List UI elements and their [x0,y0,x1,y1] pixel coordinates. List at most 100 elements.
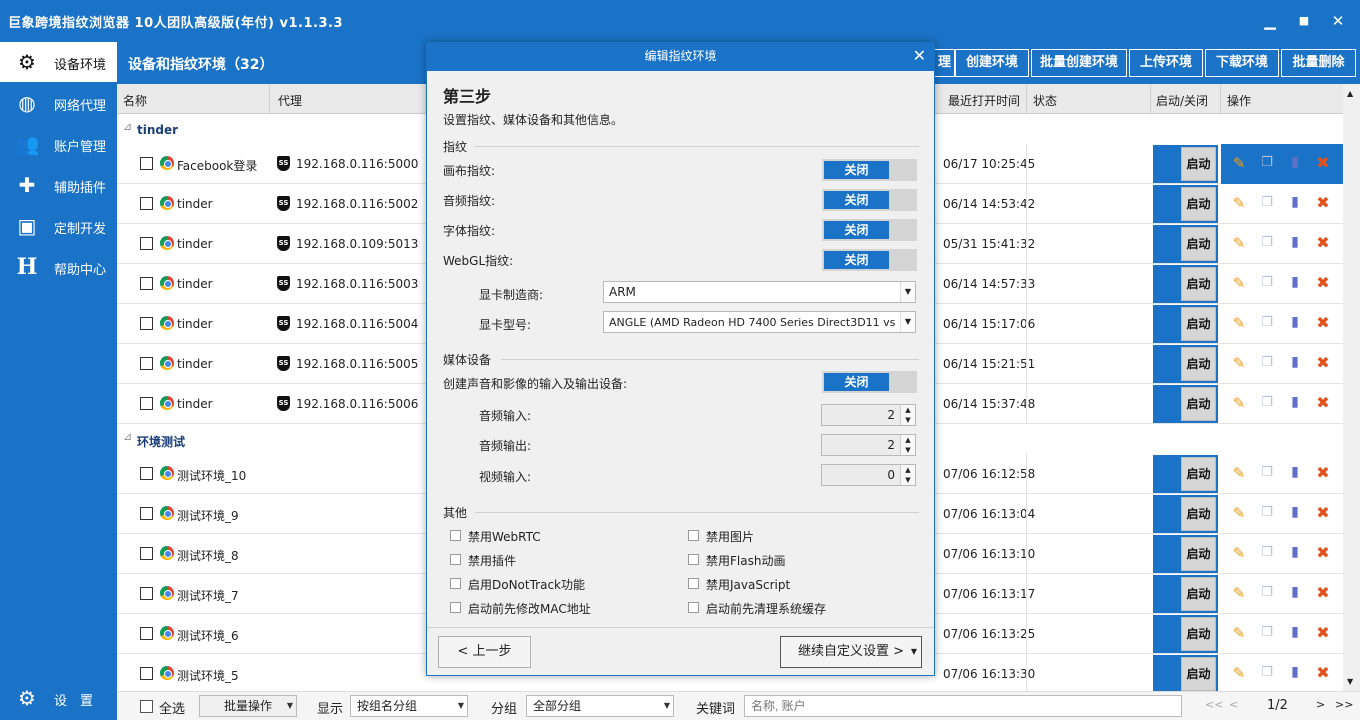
manage-button[interactable]: 理 [935,49,955,77]
row-checkbox[interactable] [140,467,153,480]
canvas-fp-toggle[interactable]: 关闭 [822,159,917,181]
col-status[interactable]: 状态 [1033,92,1057,109]
env-name[interactable]: tinder [177,277,213,291]
env-name[interactable]: tinder [177,317,213,331]
last-page-button[interactable]: >> [1335,698,1353,711]
col-last-open[interactable]: 最近打开时间 [948,92,1020,109]
copy-icon[interactable]: ❐ [1259,395,1275,413]
trash-icon[interactable]: ▮ [1287,584,1303,602]
spin-arrows-icon[interactable]: ▲ ▼ [900,435,915,455]
pencil-icon[interactable]: ✎ [1231,504,1247,522]
trash-icon[interactable]: ▮ [1287,314,1303,332]
launch-button[interactable]: 启动 [1181,657,1216,691]
close-x-icon[interactable]: ✖ [1315,353,1331,372]
close-x-icon[interactable]: ✖ [1315,393,1331,412]
close-x-icon[interactable]: ✖ [1315,463,1331,482]
display-dropdown[interactable]: 按组名分组 ▼ [350,695,468,717]
prev-step-button[interactable]: < 上一步 [438,636,531,668]
row-checkbox[interactable] [140,237,153,250]
row-checkbox[interactable] [140,627,153,640]
spin-arrows-icon[interactable]: ▲ ▼ [900,465,915,485]
env-name[interactable]: 测试环境_9 [177,507,239,524]
sidebar-item-help[interactable]: H 帮助中心 [0,247,117,287]
pencil-icon[interactable]: ✎ [1231,154,1247,172]
close-x-icon[interactable]: ✖ [1315,663,1331,682]
copy-icon[interactable]: ❐ [1259,665,1275,683]
pencil-icon[interactable]: ✎ [1231,354,1247,372]
keyword-search-input[interactable] [744,695,1182,717]
close-x-icon[interactable]: ✖ [1315,313,1331,332]
trash-icon[interactable]: ▮ [1287,194,1303,212]
row-checkbox[interactable] [140,397,153,410]
pencil-icon[interactable]: ✎ [1231,394,1247,412]
gpu-model-select[interactable]: ANGLE (AMD Radeon HD 7400 Series Direct3… [603,311,916,333]
row-checkbox[interactable] [140,197,153,210]
sidebar-item-settings[interactable]: ⚙ 设 置 [0,678,117,718]
disable-images-checkbox[interactable] [688,530,699,541]
pencil-icon[interactable]: ✎ [1231,274,1247,292]
close-x-icon[interactable]: ✖ [1315,273,1331,292]
launch-button[interactable]: 启动 [1181,537,1216,571]
env-name[interactable]: tinder [177,397,213,411]
enable-dnt-checkbox[interactable] [450,578,461,589]
col-onoff[interactable]: 启动/关闭 [1156,92,1208,109]
trash-icon[interactable]: ▮ [1287,394,1303,412]
env-name[interactable]: tinder [177,237,213,251]
sidebar-item-custom-dev[interactable]: ▣ 定制开发 [0,206,117,246]
sidebar-item-device-env[interactable]: ⚙ 设备环境 [0,42,117,82]
pencil-icon[interactable]: ✎ [1231,234,1247,252]
env-name[interactable]: tinder [177,357,213,371]
create-env-button[interactable]: 创建环境 [955,49,1029,77]
launch-button[interactable]: 启动 [1181,187,1216,221]
group-dropdown[interactable]: 全部分组 ▼ [526,695,674,717]
launch-button[interactable]: 启动 [1181,227,1216,261]
webgl-fp-toggle[interactable]: 关闭 [822,249,917,271]
copy-icon[interactable]: ❐ [1259,275,1275,293]
copy-icon[interactable]: ❐ [1259,235,1275,253]
launch-button[interactable]: 启动 [1181,307,1216,341]
maximize-button[interactable]: ■ [1291,8,1317,34]
audio-fp-toggle[interactable]: 关闭 [822,189,917,211]
launch-button[interactable]: 启动 [1181,267,1216,301]
font-fp-toggle[interactable]: 关闭 [822,219,917,241]
media-create-toggle[interactable]: 关闭 [822,371,917,393]
trash-icon[interactable]: ▮ [1287,464,1303,482]
row-checkbox[interactable] [140,507,153,520]
pencil-icon[interactable]: ✎ [1231,584,1247,602]
copy-icon[interactable]: ❐ [1259,585,1275,603]
env-name[interactable]: Facebook登录 [177,157,257,174]
clear-cache-checkbox[interactable] [688,602,699,613]
trash-icon[interactable]: ▮ [1287,544,1303,562]
trash-icon[interactable]: ▮ [1287,154,1303,172]
change-mac-checkbox[interactable] [450,602,461,613]
env-name[interactable]: 测试环境_8 [177,547,239,564]
launch-button[interactable]: 启动 [1181,147,1216,181]
trash-icon[interactable]: ▮ [1287,274,1303,292]
close-x-icon[interactable]: ✖ [1315,153,1331,172]
trash-icon[interactable]: ▮ [1287,354,1303,372]
launch-button[interactable]: 启动 [1181,617,1216,651]
sidebar-item-accounts[interactable]: 👥 账户管理 [0,124,117,164]
copy-icon[interactable]: ❐ [1259,465,1275,483]
pencil-icon[interactable]: ✎ [1231,194,1247,212]
trash-icon[interactable]: ▮ [1287,504,1303,522]
launch-button[interactable]: 启动 [1181,387,1216,421]
copy-icon[interactable]: ❐ [1259,355,1275,373]
trash-icon[interactable]: ▮ [1287,664,1303,682]
prev-page-button[interactable]: < [1229,698,1238,711]
env-name[interactable]: 测试环境_10 [177,467,246,484]
pencil-icon[interactable]: ✎ [1231,544,1247,562]
first-page-button[interactable]: << [1205,698,1223,711]
close-x-icon[interactable]: ✖ [1315,543,1331,562]
disable-js-checkbox[interactable] [688,578,699,589]
launch-button[interactable]: 启动 [1181,347,1216,381]
env-name[interactable]: tinder [177,197,213,211]
launch-button[interactable]: 启动 [1181,457,1216,491]
launch-button[interactable]: 启动 [1181,577,1216,611]
col-name[interactable]: 名称 [123,92,147,109]
copy-icon[interactable]: ❐ [1259,545,1275,563]
pencil-icon[interactable]: ✎ [1231,464,1247,482]
sidebar-item-plugins[interactable]: ✚ 辅助插件 [0,165,117,205]
download-env-button[interactable]: 下载环境 [1205,49,1279,77]
sidebar-item-network-proxy[interactable]: ◍ 网络代理 [0,83,117,123]
